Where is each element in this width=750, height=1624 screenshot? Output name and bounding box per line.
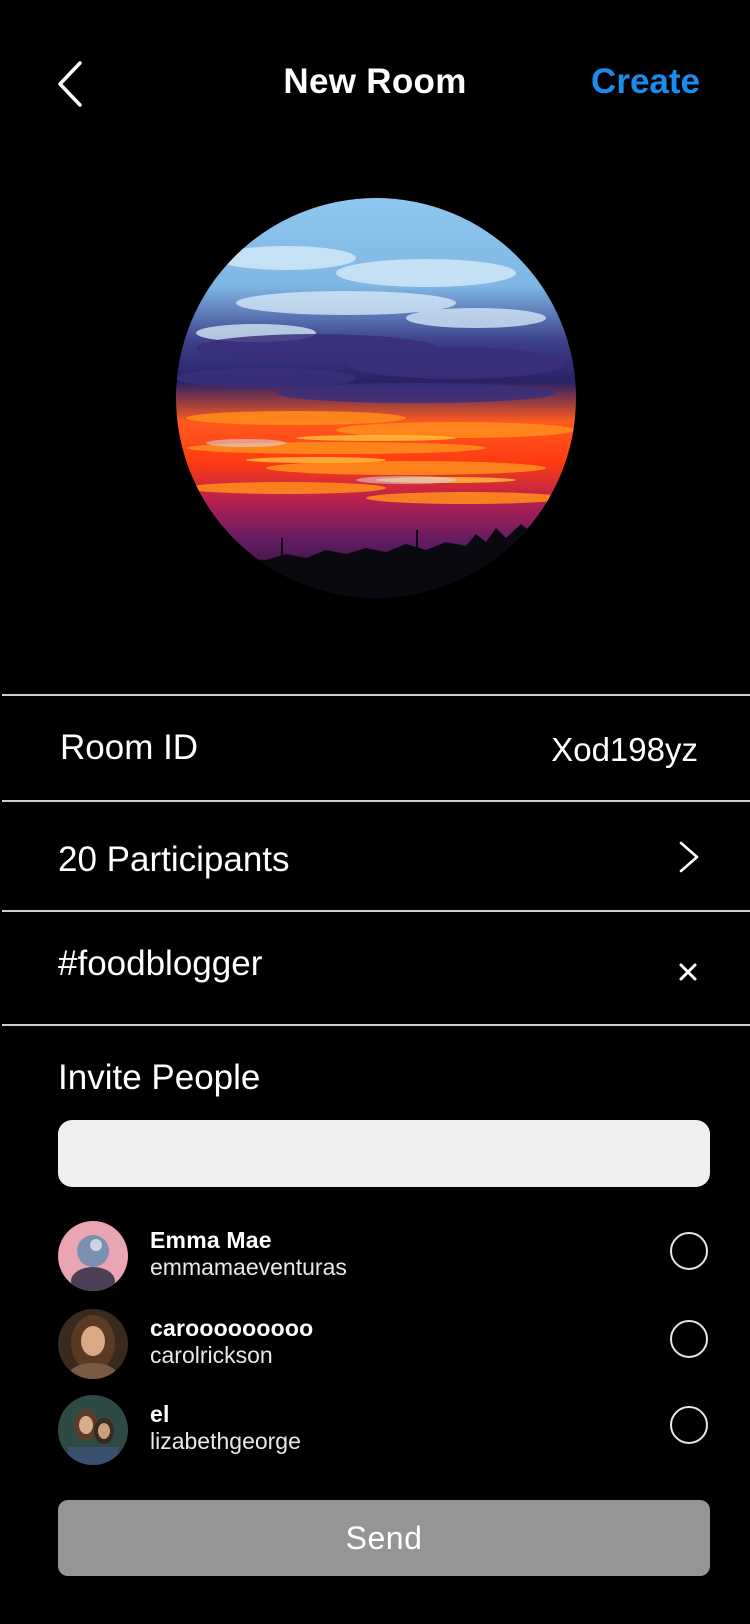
avatar bbox=[58, 1309, 128, 1379]
room-id-label: Room ID bbox=[60, 728, 199, 767]
contact-row[interactable]: carooooooooo carolrickson bbox=[0, 1309, 750, 1389]
contact-name: carooooooooo bbox=[150, 1315, 314, 1341]
participants-row[interactable]: 20 Participants bbox=[0, 806, 750, 906]
contact-name: el bbox=[150, 1401, 170, 1427]
divider bbox=[2, 800, 750, 802]
select-radio[interactable] bbox=[670, 1232, 708, 1270]
contact-handle: carolrickson bbox=[150, 1342, 273, 1368]
divider bbox=[2, 910, 750, 912]
room-image[interactable] bbox=[176, 198, 576, 598]
participants-label: 20 Participants bbox=[58, 840, 290, 879]
contact-name: Emma Mae bbox=[150, 1227, 272, 1253]
select-radio[interactable] bbox=[670, 1406, 708, 1444]
invite-search-input[interactable] bbox=[58, 1120, 710, 1187]
hashtag-label: #foodblogger bbox=[58, 944, 263, 983]
create-button[interactable]: Create bbox=[591, 62, 700, 102]
contact-handle: lizabethgeorge bbox=[150, 1428, 301, 1454]
send-button[interactable]: Send bbox=[58, 1500, 710, 1576]
avatar bbox=[58, 1221, 128, 1291]
divider bbox=[2, 1024, 750, 1026]
contact-row[interactable]: el lizabethgeorge bbox=[0, 1395, 750, 1475]
chevron-right-icon bbox=[679, 841, 699, 873]
close-icon bbox=[679, 963, 697, 981]
divider bbox=[2, 694, 750, 696]
room-id-value: Xod198yz bbox=[551, 731, 698, 768]
remove-hashtag-button[interactable] bbox=[672, 956, 704, 988]
sunset-photo bbox=[176, 198, 576, 598]
invite-people-title: Invite People bbox=[58, 1058, 261, 1097]
select-radio[interactable] bbox=[670, 1320, 708, 1358]
contact-handle: emmamaeventuras bbox=[150, 1254, 347, 1280]
avatar bbox=[58, 1395, 128, 1465]
contact-row[interactable]: Emma Mae emmamaeventuras bbox=[0, 1221, 750, 1301]
